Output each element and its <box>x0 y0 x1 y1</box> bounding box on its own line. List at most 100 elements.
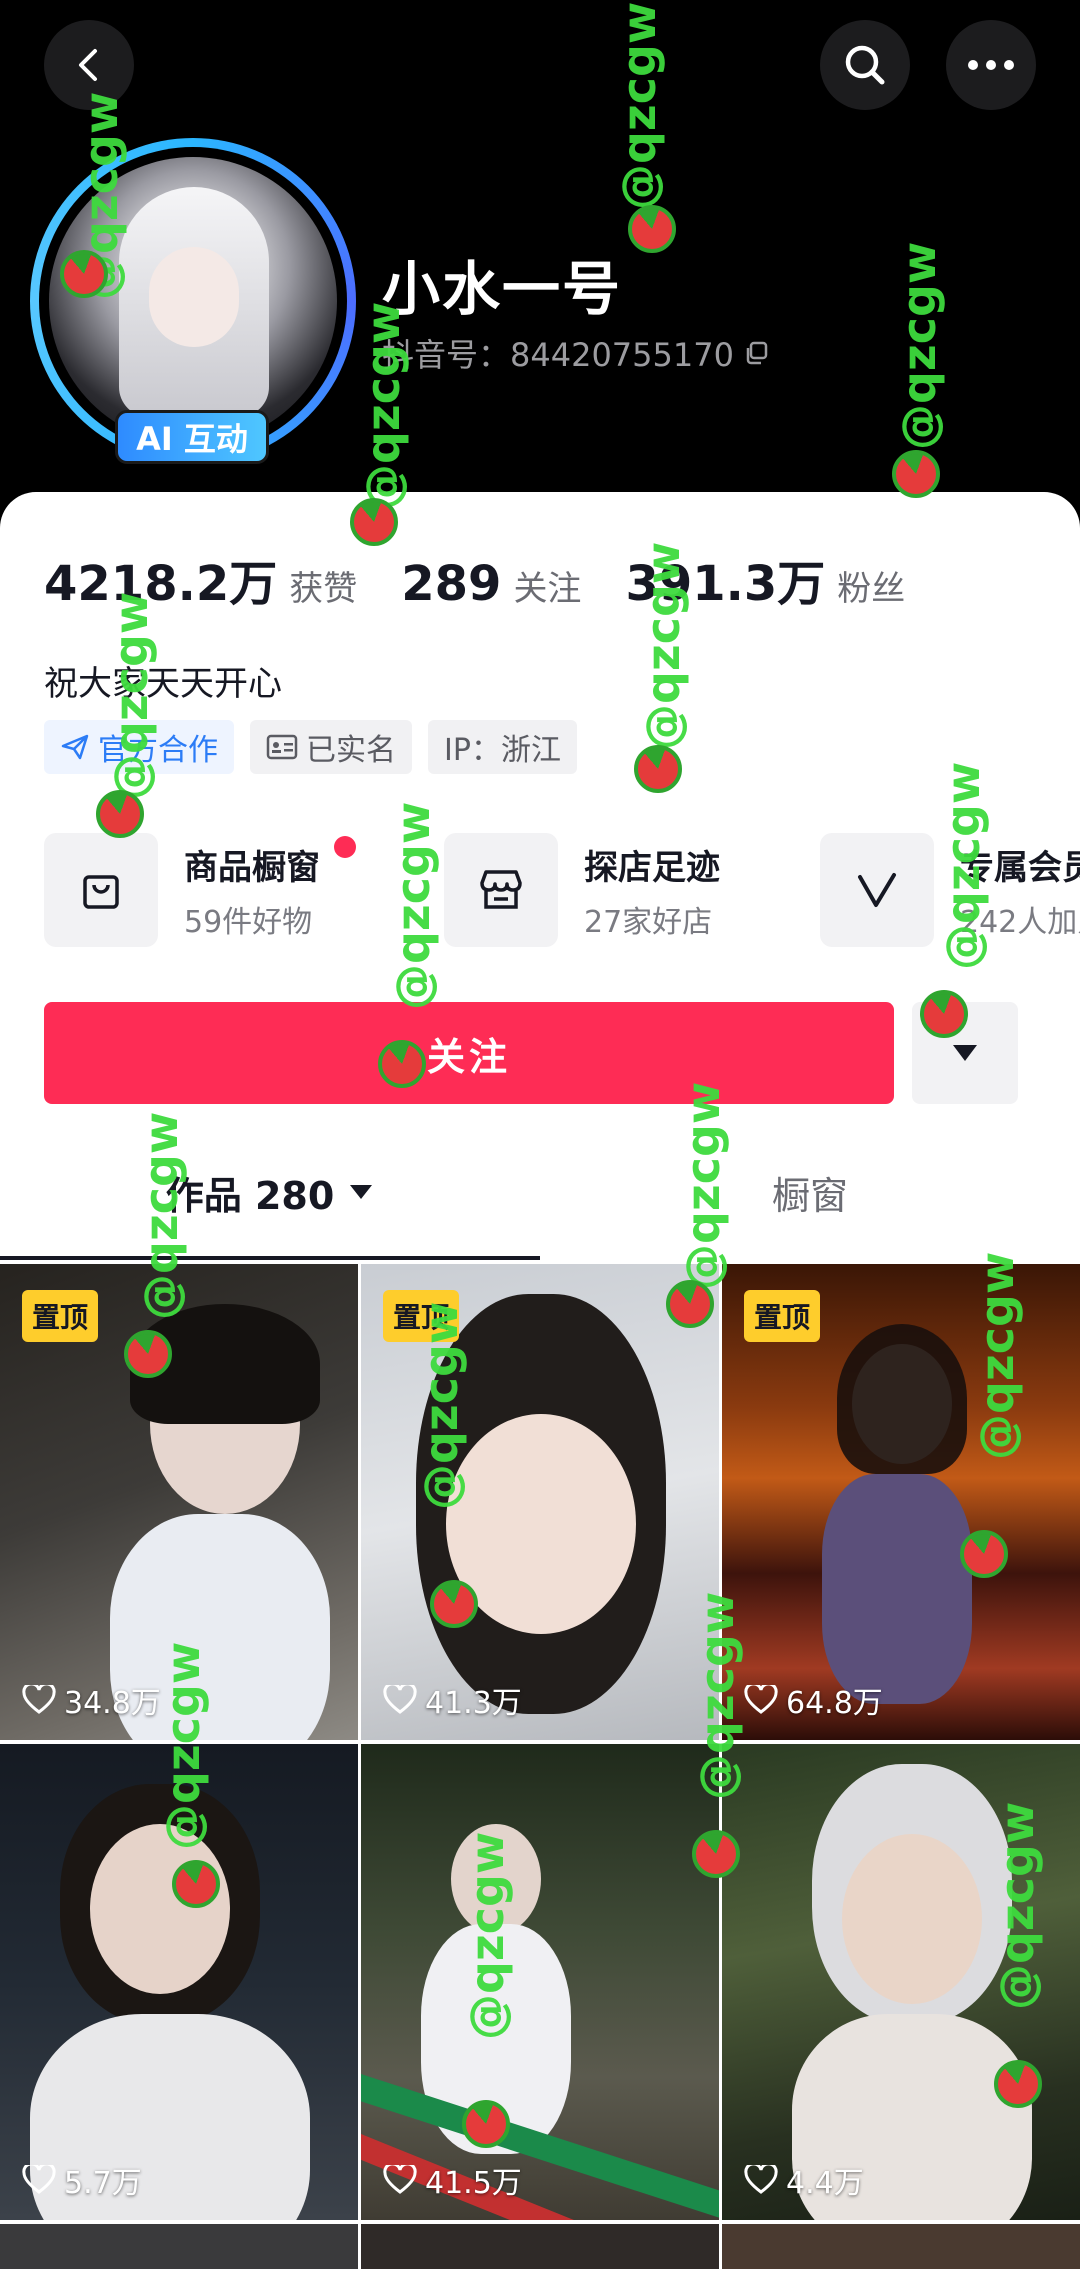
more-dots-icon <box>968 60 1014 70</box>
like-count-text: 4.4万 <box>786 2166 864 2201</box>
follow-button[interactable]: 关注 <box>44 1002 894 1104</box>
watermark-text: @qzcgw <box>936 761 990 970</box>
like-count: 5.7万 <box>22 2158 142 2202</box>
heart-icon <box>383 1685 417 1714</box>
more-options-button[interactable] <box>946 20 1036 110</box>
watermelon-icon <box>430 1580 478 1628</box>
heart-icon <box>744 2165 778 2194</box>
watermelon-icon <box>124 1330 172 1378</box>
like-count-text: 64.8万 <box>786 1686 883 1721</box>
heart-icon <box>744 1685 778 1714</box>
service-icon-box <box>444 833 558 947</box>
stat-label: 获赞 <box>289 569 358 609</box>
watermelon-icon <box>920 990 968 1038</box>
service-icon-box <box>44 833 158 947</box>
service-subtitle: 59件好物 <box>184 904 313 940</box>
watermark-text: @qzcgw <box>970 1251 1024 1460</box>
watermelon-icon <box>60 250 108 298</box>
watermelon-icon <box>666 1280 714 1328</box>
ai-interaction-badge[interactable]: AI 互动 <box>115 410 269 464</box>
watermark-text: @qzcgw <box>612 1 666 210</box>
like-count: 41.5万 <box>383 2158 522 2202</box>
watermelon-icon <box>994 2060 1042 2108</box>
watermark-text: @qzcgw <box>386 801 440 1010</box>
heart-icon <box>383 2165 417 2194</box>
like-count: 4.4万 <box>744 2158 864 2202</box>
stat-value: 4218.2万 <box>44 556 278 612</box>
watermark-text: @qzcgw <box>156 1641 210 1850</box>
stat-likes[interactable]: 4218.2万 获赞 <box>44 544 357 614</box>
stat-following[interactable]: 289 关注 <box>401 556 581 612</box>
video-thumbnail[interactable] <box>361 2224 719 2269</box>
stat-value: 289 <box>401 556 502 612</box>
watermark-text: @qzcgw <box>636 541 690 750</box>
like-count: 64.8万 <box>744 1678 883 1722</box>
vip-icon <box>858 873 896 907</box>
like-count: 41.3万 <box>383 1678 522 1722</box>
like-count-text: 34.8万 <box>64 1686 161 1721</box>
bio: 祝大家天天开心 <box>44 664 282 704</box>
watermark-text: @qzcgw <box>134 1111 188 1320</box>
tag-ip-location: IP：浙江 <box>428 720 577 774</box>
like-count-text: 41.5万 <box>425 2166 522 2201</box>
active-tab-indicator <box>0 1256 540 1260</box>
service-shop-window[interactable]: 商品橱窗 59件好物 <box>44 832 320 948</box>
services-row: 商品橱窗 59件好物 探店足迹 27家好店 专属会员 242人加 <box>44 832 1080 948</box>
video-thumbnail[interactable] <box>722 2224 1080 2269</box>
watermark-text: @qzcgw <box>104 591 158 800</box>
heart-icon <box>22 2165 56 2194</box>
watermark-text: @qzcgw <box>690 1591 744 1800</box>
watermelon-icon <box>462 2100 510 2148</box>
pinned-badge: 置顶 <box>744 1290 821 1342</box>
plane-icon <box>61 734 89 760</box>
caret-down-icon <box>350 1185 373 1199</box>
watermelon-icon <box>172 1860 220 1908</box>
watermark-text: @qzcgw <box>990 1801 1044 2010</box>
watermark-text: @qzcgw <box>676 1081 730 1290</box>
watermark-text: @qzcgw <box>356 301 410 510</box>
like-count-text: 41.3万 <box>425 1686 522 1721</box>
watermark-text: @qzcgw <box>460 1831 514 2040</box>
tag-verified[interactable]: 已实名 <box>250 720 412 774</box>
notification-dot <box>334 836 356 858</box>
like-count: 34.8万 <box>22 1678 161 1722</box>
id-card-icon <box>266 734 298 760</box>
douyin-id-text: 抖音号：84420755170 <box>382 336 734 374</box>
service-subtitle: 27家好店 <box>584 904 713 940</box>
stat-label: 关注 <box>513 569 582 609</box>
watermelon-icon <box>350 498 398 546</box>
like-count-text: 5.7万 <box>64 2166 142 2201</box>
watermelon-icon <box>96 790 144 838</box>
video-thumbnail[interactable]: 41.5万 <box>361 1744 719 2220</box>
watermark-text: @qzcgw <box>414 1301 468 1510</box>
watermelon-icon <box>628 205 676 253</box>
watermelon-icon <box>960 1530 1008 1578</box>
watermelon-icon <box>692 1830 740 1878</box>
tab-works[interactable]: 作品 280 <box>0 1132 540 1252</box>
stats-row: 4218.2万 获赞 289 关注 391.3万 粉丝 <box>44 544 949 614</box>
copy-icon[interactable] <box>744 340 770 366</box>
video-thumbnail[interactable]: 置顶 64.8万 <box>722 1264 1080 1740</box>
douyin-id: 抖音号：84420755170 <box>382 330 770 376</box>
heart-icon <box>22 1685 56 1714</box>
profile-panel: 4218.2万 获赞 289 关注 391.3万 粉丝 祝大家天天开心 官方合作 <box>0 492 1080 2269</box>
tab-shop-window[interactable]: 橱窗 <box>540 1132 1080 1252</box>
video-thumbnail[interactable] <box>0 2224 358 2269</box>
pinned-badge: 置顶 <box>22 1290 99 1342</box>
tab-label: 作品 280 <box>165 1173 335 1218</box>
watermelon-icon <box>892 450 940 498</box>
tab-label: 橱窗 <box>771 1173 848 1218</box>
service-icon-box <box>820 833 934 947</box>
tag-label: 已实名 <box>306 733 396 768</box>
service-shop-visits[interactable]: 探店足迹 27家好店 <box>444 832 720 948</box>
tag-label: IP：浙江 <box>444 733 561 768</box>
nickname: 小水一号 <box>382 255 623 323</box>
watermelon-icon <box>634 745 682 793</box>
search-button[interactable] <box>820 20 910 110</box>
watermark-text: @qzcgw <box>892 241 946 450</box>
watermelon-icon <box>378 1040 426 1088</box>
shop-icon <box>480 870 522 909</box>
caret-down-icon <box>953 1045 977 1061</box>
bag-icon <box>83 875 119 909</box>
service-title: 商品橱窗 <box>184 847 320 888</box>
